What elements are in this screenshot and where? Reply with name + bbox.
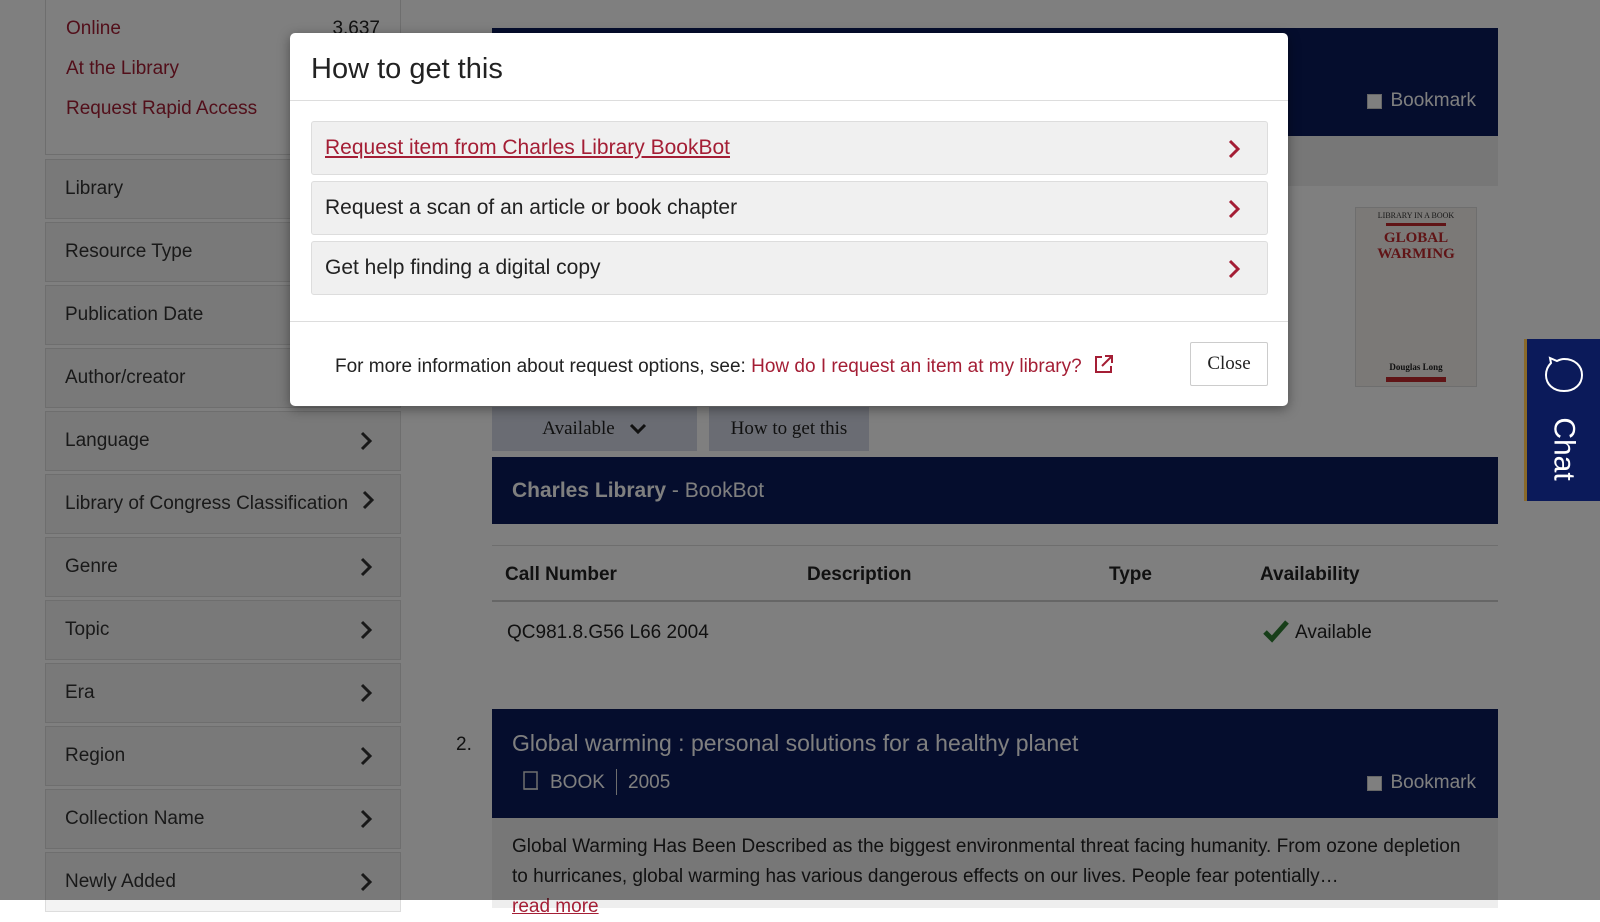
external-link-icon (1094, 355, 1113, 373)
request-help-link[interactable]: How do I request an item at my library? (751, 356, 1082, 377)
divider (290, 100, 1288, 101)
option-request-scan[interactable]: Request a scan of an article or book cha… (311, 181, 1268, 235)
chevron-right-icon (1228, 259, 1241, 279)
option-digital-copy-help[interactable]: Get help finding a digital copy (311, 241, 1268, 295)
chat-label: Chat (1548, 417, 1581, 481)
how-to-get-this-modal: How to get this Request item from Charle… (290, 33, 1288, 406)
option-label: Request a scan of an article or book cha… (325, 196, 738, 219)
chevron-right-icon (1228, 199, 1241, 219)
footer-info: For more information about request optio… (335, 356, 746, 377)
divider (290, 321, 1288, 322)
chevron-right-icon (1228, 139, 1241, 159)
option-request-bookbot[interactable]: Request item from Charles Library BookBo… (311, 121, 1268, 175)
close-button[interactable]: Close (1190, 342, 1268, 386)
chat-widget-tab[interactable]: Chat (1524, 339, 1600, 501)
option-label: Get help finding a digital copy (325, 256, 601, 279)
modal-footer-text: For more information about request optio… (335, 353, 1115, 378)
modal-title: How to get this (311, 53, 503, 85)
option-label: Request item from Charles Library BookBo… (325, 136, 730, 159)
chat-bubble-icon (1544, 356, 1584, 393)
